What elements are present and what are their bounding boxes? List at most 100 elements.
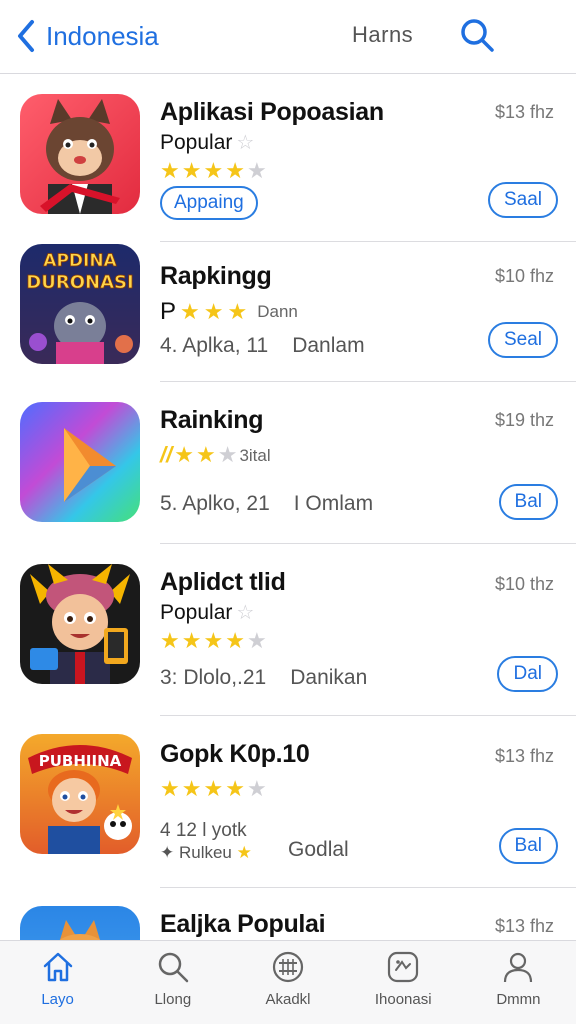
app-icon[interactable]	[20, 564, 140, 684]
star-outline-icon: ☆	[236, 132, 255, 154]
star-icon: ★	[203, 158, 224, 183]
star-icon: ★	[160, 776, 180, 801]
app-subtitle: P ★ ★ ★ Dann	[160, 298, 298, 326]
star-icon: ★	[246, 628, 267, 653]
meta-category: Danikan	[290, 666, 368, 689]
search-icon	[155, 949, 191, 985]
app-meta: 5. Aplko, 21 I Omlam	[160, 492, 373, 516]
header-title: Harns	[352, 22, 414, 47]
star-icon: ★	[225, 158, 245, 183]
app-subtitle: Popular ☆	[160, 130, 254, 155]
get-button[interactable]: Bal	[498, 828, 558, 864]
star-outline-icon: ☆	[236, 602, 255, 624]
tab-label: Ihoonasi	[374, 991, 432, 1008]
rating-stars: ★ ★ ★ ★ ★	[160, 630, 267, 652]
list-item[interactable]: PUBHIINA Gopk K0p.10 $13 fhz ★ ★ ★ ★ ★ 4 12 …	[0, 716, 576, 888]
star-icon: ★	[246, 158, 267, 183]
rating-stars: ★ ★ ★ ★ ★	[160, 160, 267, 182]
app-meta: 4 12 l yotk ✦ Rulkeu ★	[160, 820, 252, 864]
list-item[interactable]: APDINA DURONASI Rapkingg $10 fhz P ★ ★ ★ D…	[0, 242, 576, 382]
back-label: Indonesia	[46, 20, 159, 51]
meta-info: 5. Aplko, 21	[160, 492, 270, 515]
home-icon	[40, 949, 76, 985]
category-tag[interactable]: Appaing	[160, 186, 258, 220]
star-icon: ★	[160, 158, 180, 183]
tab-label: Llong	[154, 991, 192, 1008]
app-name: Aplidct tlid	[160, 568, 286, 596]
meta-info: 4 12 l yotk	[160, 820, 247, 841]
star-icon: ★	[225, 628, 245, 653]
app-subtitle: Popular ☆	[160, 600, 254, 625]
list-item[interactable]: Rainking $19 thz // ★ ★ ★ 3ital 5. Aplko, …	[0, 382, 576, 544]
star-icon: ★	[195, 442, 216, 467]
rating-stars: // ★ ★ ★ 3ital	[160, 444, 271, 466]
tab-home[interactable]: Layo	[0, 941, 115, 1024]
get-button[interactable]: Bal	[498, 484, 558, 520]
list-item[interactable]: Ealjka Populai $13 fhz	[0, 888, 576, 940]
star-icon: ★	[217, 442, 238, 467]
app-meta: 4. Aplka, 11 Danlam	[160, 334, 365, 358]
tab-label: Dmmn	[496, 991, 541, 1008]
star-icon: ★	[181, 776, 202, 801]
app-icon[interactable]: APDINA DURONASI	[20, 244, 140, 364]
tab-search[interactable]: Llong	[115, 941, 230, 1024]
app-icon[interactable]: PUBHIINA	[20, 734, 140, 854]
app-name: Aplikasi Popoasian	[160, 98, 384, 126]
app-price: $19 thz	[494, 410, 554, 430]
app-meta: 3: Dlolo,.21 Danikan	[160, 666, 367, 690]
list-item[interactable]: Aplidct tlid $10 thz Popular ☆ ★ ★ ★ ★ ★ 3: …	[0, 544, 576, 716]
subtitle-prefix: P	[160, 298, 177, 325]
icon-title-top: APDINA	[43, 251, 117, 271]
star-icon: ★	[174, 442, 194, 467]
nav-header: Indonesia Harns	[0, 0, 576, 74]
subtitle-text: Popular	[160, 600, 233, 624]
meta-category: Godlal	[288, 838, 349, 861]
app-icon[interactable]	[20, 402, 140, 522]
app-icon[interactable]	[20, 906, 140, 940]
app-name: Ealjka Populai	[160, 910, 326, 938]
tab-games[interactable]: Ihoonasi	[346, 941, 461, 1024]
icon-banner-text: PUBHIINA	[39, 752, 122, 770]
meta-category: I Omlam	[293, 492, 374, 515]
app-price: $10 thz	[494, 574, 554, 594]
meta-publisher: ✦ Rulkeu ★	[160, 843, 252, 862]
app-price: $13 fhz	[494, 746, 554, 766]
star-icon: ★	[236, 843, 252, 862]
back-button[interactable]: Indonesia	[14, 14, 159, 58]
tab-profile[interactable]: Dmmn	[461, 941, 576, 1024]
meta-info: 4. Aplka, 11	[160, 334, 269, 357]
app-name: Rapkingg	[160, 262, 272, 290]
rating-suffix: 3ital	[239, 445, 271, 465]
tab-apps[interactable]: Akadkl	[230, 941, 345, 1024]
star-icon: ★	[180, 299, 200, 324]
subtitle-suffix: Dann	[257, 302, 298, 321]
tab-bar: Layo Llong Akadkl Ihoonasi Dmmn	[0, 940, 576, 1024]
star-icon: ★	[181, 628, 202, 653]
rating-prefix: //	[160, 442, 173, 467]
search-button[interactable]	[456, 16, 498, 58]
meta-publisher-text: Rulkeu	[178, 843, 232, 862]
app-name: Rainking	[160, 406, 264, 434]
search-icon	[458, 16, 496, 59]
list-item[interactable]: Aplikasi Popoasian $13 fhz Popular ☆ ★ ★ ★…	[0, 74, 576, 282]
meta-info: 3: Dlolo,.21	[160, 666, 267, 689]
app-name: Gopk K0p.10	[160, 740, 310, 768]
meta-category: Danlam	[292, 334, 365, 357]
get-button[interactable]: Saal	[487, 182, 558, 218]
app-icon[interactable]	[20, 94, 140, 214]
app-price: $13 fhz	[494, 102, 554, 122]
star-icon: ★	[246, 776, 267, 801]
app-price: $10 fhz	[494, 266, 554, 286]
icon-title-bottom: DURONASI	[26, 272, 133, 293]
tab-label: Akadkl	[265, 991, 311, 1008]
rating-stars: ★ ★ ★ ★ ★	[160, 778, 267, 800]
star-icon: ★	[160, 628, 180, 653]
app-price: $13 fhz	[494, 916, 554, 936]
subtitle-text: Popular	[160, 130, 233, 154]
star-icon: ★	[227, 299, 248, 324]
get-button[interactable]: Seal	[487, 322, 558, 358]
apps-icon	[270, 949, 306, 985]
get-button[interactable]: Dal	[497, 656, 558, 692]
star-icon: ★	[225, 776, 245, 801]
star-icon: ★	[203, 628, 224, 653]
